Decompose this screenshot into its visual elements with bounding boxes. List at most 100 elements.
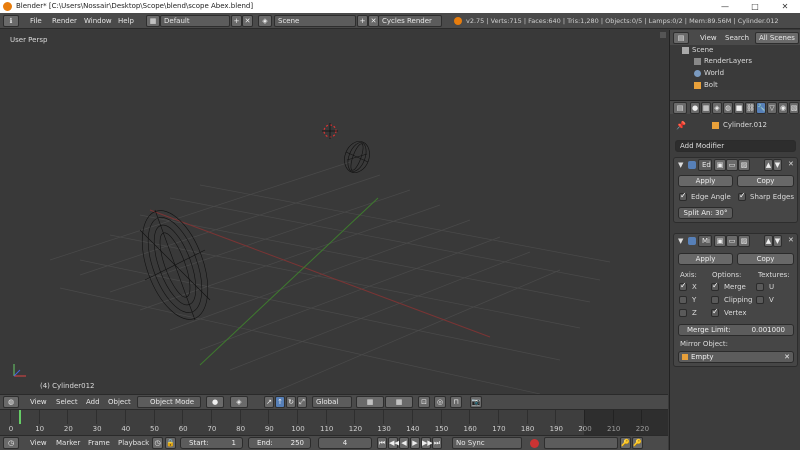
move-up-icon[interactable]: ▲	[764, 159, 773, 171]
remove-modifier1-icon[interactable]: ✕	[788, 160, 794, 168]
object-tab-icon[interactable]: ■	[734, 102, 744, 114]
data-tab-icon[interactable]: ▽	[767, 102, 777, 114]
collapse-icon[interactable]: ▼	[678, 161, 683, 169]
properties-type-icon[interactable]: ▤	[673, 102, 687, 114]
move-up-icon-2[interactable]: ▲	[764, 235, 773, 247]
layers-tab-icon[interactable]: ▦	[701, 102, 711, 114]
lock-range-icon[interactable]: 🔒	[165, 437, 176, 449]
add-modifier-dropdown[interactable]: Add Modifier	[675, 140, 796, 152]
merge-limit-field[interactable]: Merge Limit: 0.001000	[678, 324, 794, 336]
sync-select[interactable]: No Sync	[452, 437, 522, 449]
outliner-tab-search[interactable]: Search	[725, 32, 749, 44]
orientation-select[interactable]: Global	[312, 396, 352, 408]
menu-help[interactable]: Help	[118, 15, 134, 27]
modifiers-tab-icon[interactable]: 🔧	[756, 102, 766, 114]
menu-render[interactable]: Render	[52, 15, 77, 27]
timeline-menu-marker[interactable]: Marker	[56, 437, 80, 449]
axis-x-checkbox[interactable]	[679, 281, 687, 291]
material-tab-icon[interactable]: ◉	[778, 102, 788, 114]
jump-key-back-icon[interactable]: ◀◀	[388, 437, 400, 449]
menu-add[interactable]: Add	[86, 396, 100, 408]
menu-select[interactable]: Select	[56, 396, 78, 408]
tree-item-scene[interactable]: Scene	[692, 46, 713, 55]
constraints-tab-icon[interactable]: ⛓	[745, 102, 755, 114]
axis-y-checkbox[interactable]	[679, 296, 687, 304]
current-frame-marker[interactable]	[19, 410, 21, 424]
render-tab-icon[interactable]: ●	[690, 102, 700, 114]
tree-item-bolt[interactable]: Bolt	[704, 81, 718, 90]
modifier1-apply-button[interactable]: Apply	[678, 175, 733, 187]
jump-start-icon[interactable]: ⏮	[377, 437, 387, 449]
viewport-corner-icon[interactable]	[660, 32, 666, 38]
play-reverse-icon[interactable]: ◀	[399, 437, 409, 449]
timeline-type-icon[interactable]: ◷	[3, 437, 19, 449]
keying-set-field[interactable]	[544, 437, 618, 449]
mirror-object-field[interactable]: Empty ✕	[678, 351, 794, 363]
scene-select[interactable]: Scene	[274, 15, 356, 27]
outliner-tab-view[interactable]: View	[700, 32, 717, 44]
texture-v-checkbox[interactable]	[756, 296, 764, 304]
timeline-menu-playback[interactable]: Playback	[118, 437, 149, 449]
timeline-menu-frame[interactable]: Frame	[88, 437, 110, 449]
rotate-icon[interactable]: ↻	[286, 396, 296, 408]
delete-key-icon[interactable]: 🔑	[632, 437, 643, 449]
shading-icon[interactable]: ●	[206, 396, 224, 408]
modifier1-name-field[interactable]: Ed	[698, 159, 712, 171]
split-angle-field[interactable]: Split An: 30°	[678, 207, 733, 219]
scene-icon[interactable]: ◈	[258, 15, 272, 27]
jump-key-forward-icon[interactable]: ▶▶	[421, 437, 433, 449]
tree-item-world[interactable]: World	[704, 69, 724, 78]
axis-z-checkbox[interactable]	[679, 309, 687, 317]
render-toggle-icon[interactable]: ▣	[714, 159, 726, 171]
record-icon[interactable]	[530, 439, 539, 448]
tree-item-renderlayers[interactable]: RenderLayers	[704, 57, 752, 66]
move-down-icon-2[interactable]: ▼	[773, 235, 782, 247]
end-frame-field[interactable]: End: 250	[248, 437, 311, 449]
render-preview-icon[interactable]: 📷	[470, 396, 482, 408]
viewport-toggle-icon-2[interactable]: ▭	[726, 235, 738, 247]
close-button[interactable]: ✕	[770, 0, 800, 13]
outliner-scope-select[interactable]: All Scenes	[755, 32, 799, 44]
maximize-button[interactable]: □	[740, 0, 770, 13]
current-frame-field[interactable]: 4	[318, 437, 372, 449]
layout-select[interactable]: Default	[160, 15, 230, 27]
insert-key-icon[interactable]: 🔑	[620, 437, 631, 449]
world-tab-icon[interactable]: ◍	[723, 102, 733, 114]
scene-tab-icon[interactable]: ◈	[712, 102, 722, 114]
outliner-type-icon[interactable]: ▤	[673, 32, 689, 44]
collapse-icon-2[interactable]: ▼	[678, 237, 683, 245]
viewport-scene[interactable]	[0, 30, 668, 394]
translate-icon[interactable]: ↑	[275, 396, 285, 408]
pin-icon[interactable]: 📌	[676, 121, 686, 130]
render-toggle-icon-2[interactable]: ▣	[714, 235, 726, 247]
scale-icon[interactable]: ⤢	[297, 396, 307, 408]
texture-tab-icon[interactable]: ▧	[789, 102, 799, 114]
start-frame-field[interactable]: Start: 1	[180, 437, 243, 449]
lock-icon[interactable]: ⊡	[418, 396, 430, 408]
move-down-icon[interactable]: ▼	[773, 159, 782, 171]
clear-field-icon[interactable]: ✕	[784, 352, 790, 362]
add-scene-icon[interactable]: +	[357, 15, 368, 27]
menu-file[interactable]: File	[30, 15, 42, 27]
proportional-icon[interactable]: ◎	[434, 396, 446, 408]
timeline-menu-view[interactable]: View	[30, 437, 47, 449]
modifier2-name-field[interactable]: Mi	[698, 235, 712, 247]
menu-window[interactable]: Window	[84, 15, 112, 27]
add-layout-icon[interactable]: +	[231, 15, 242, 27]
vertex-checkbox[interactable]	[711, 307, 719, 317]
layers-grid-icon[interactable]: ▦	[356, 396, 384, 408]
jump-end-icon[interactable]: ⏭	[432, 437, 442, 449]
snap-icon[interactable]: ⊓	[450, 396, 462, 408]
menu-view[interactable]: View	[30, 396, 47, 408]
modifier2-copy-button[interactable]: Copy	[737, 253, 794, 265]
3d-editor-type-icon[interactable]: ◍	[3, 396, 19, 408]
pivot-icon[interactable]: ◈	[230, 396, 248, 408]
render-engine-select[interactable]: Cycles Render	[378, 15, 442, 27]
modifier2-apply-button[interactable]: Apply	[678, 253, 733, 265]
texture-u-checkbox[interactable]	[756, 283, 764, 291]
mode-select[interactable]: Object Mode	[137, 396, 201, 408]
menu-object[interactable]: Object	[108, 396, 131, 408]
play-icon[interactable]: ▶	[410, 437, 420, 449]
viewport-toggle-icon[interactable]: ▭	[726, 159, 738, 171]
3d-viewport[interactable]: User Persp (4) Cylinder012	[0, 30, 668, 394]
